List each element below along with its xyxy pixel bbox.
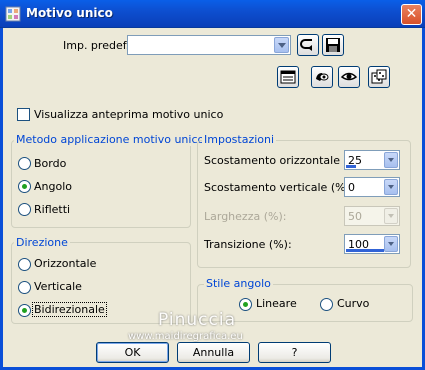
direction-bidirezionale-label[interactable]: Bidirezionale <box>32 302 107 317</box>
paint-button[interactable] <box>311 66 333 88</box>
method-bordo-radio[interactable] <box>18 157 31 170</box>
chevron-down-icon <box>384 208 398 224</box>
reset-defaults-button[interactable] <box>277 66 299 88</box>
ok-button[interactable]: OK <box>96 342 169 363</box>
method-angolo-label[interactable]: Angolo <box>34 180 72 193</box>
chevron-down-icon[interactable] <box>384 179 398 195</box>
corner-lineare-radio[interactable] <box>239 298 252 311</box>
width-label: Larghezza (%): <box>204 210 287 223</box>
app-icon <box>5 6 21 22</box>
close-icon: ✕ <box>405 6 418 22</box>
method-rifletti-label[interactable]: Rifletti <box>34 203 70 216</box>
direction-orizzontale-label[interactable]: Orizzontale <box>34 257 96 270</box>
corner-style-group-title: Stile angolo <box>204 277 273 290</box>
method-rifletti-radio[interactable] <box>18 203 31 216</box>
offset-horizontal-label: Scostamento orizzontale (%): <box>204 154 367 167</box>
direction-verticale-radio[interactable] <box>18 281 31 294</box>
width-spinner: 50 <box>344 206 400 226</box>
save-preset-icon <box>326 38 340 52</box>
randomize-icon <box>371 69 387 84</box>
window-title: Motivo unico <box>26 6 113 20</box>
preview-checkbox[interactable] <box>17 108 30 121</box>
close-button[interactable]: ✕ <box>401 4 422 25</box>
preview-eye-button[interactable] <box>338 66 360 88</box>
chevron-down-icon[interactable] <box>274 37 289 53</box>
help-button[interactable]: ? <box>258 342 331 363</box>
corner-curvo-label[interactable]: Curvo <box>337 297 369 310</box>
randomize-button[interactable] <box>368 66 390 88</box>
chevron-down-icon[interactable] <box>384 152 398 168</box>
transition-spinner[interactable]: 100 <box>344 234 400 254</box>
corner-lineare-label[interactable]: Lineare <box>256 297 297 310</box>
direction-orizzontale-radio[interactable] <box>18 258 31 271</box>
paint-icon <box>316 73 329 81</box>
method-group-title: Metodo applicazione motivo unico <box>14 133 207 146</box>
preset-label: Imp. predef.: <box>63 39 133 52</box>
width-value: 50 <box>348 210 362 223</box>
cancel-button[interactable]: Annulla <box>177 342 250 363</box>
settings-group-title: Impostazioni <box>202 133 277 146</box>
offset-vertical-spinner[interactable]: 0 <box>344 177 400 197</box>
preview-checkbox-label[interactable]: Visualizza anteprima motivo unico <box>34 108 223 121</box>
direction-group-title: Direzione <box>14 236 70 249</box>
chevron-down-icon[interactable] <box>384 236 398 252</box>
method-angolo-radio[interactable] <box>18 180 31 193</box>
load-preset-button[interactable] <box>297 34 319 56</box>
direction-verticale-label[interactable]: Verticale <box>34 280 82 293</box>
offset-vertical-value: 0 <box>348 181 355 194</box>
watermark-url: www.maidiregrafica.eu <box>128 331 243 342</box>
direction-bidirezionale-radio[interactable] <box>18 304 31 317</box>
offset-vertical-label: Scostamento verticale (%): <box>204 181 354 194</box>
transition-label: Transizione (%): <box>204 238 292 251</box>
transition-bar <box>346 249 384 252</box>
offset-horizontal-bar <box>346 165 356 168</box>
preview-eye-icon <box>340 72 358 81</box>
method-bordo-label[interactable]: Bordo <box>34 157 66 170</box>
save-preset-button[interactable] <box>322 34 344 56</box>
offset-horizontal-spinner[interactable]: 25 <box>344 150 400 170</box>
preset-dropdown[interactable] <box>127 35 291 55</box>
corner-curvo-radio[interactable] <box>320 298 333 311</box>
watermark-name: Pinuccia <box>158 310 236 330</box>
load-preset-icon <box>300 39 312 51</box>
reset-defaults-icon <box>280 70 296 84</box>
